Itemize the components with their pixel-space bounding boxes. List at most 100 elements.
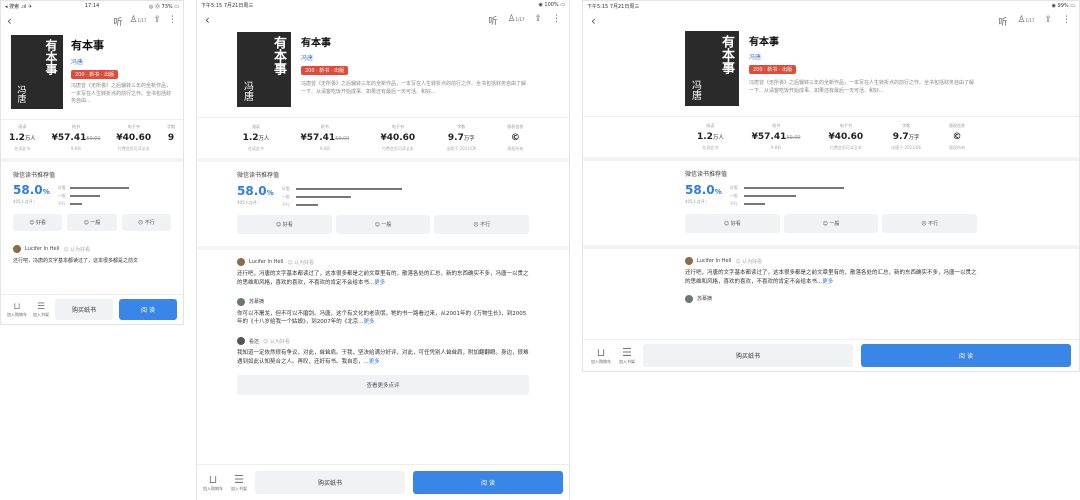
stat-readers[interactable]: 阅读 1.2万人 在读此书 xyxy=(9,124,36,152)
stat-value: 9 xyxy=(167,133,175,143)
book-intro[interactable]: 冯唐曾《无所畏》之后辗转三年的全新作品，一本写在人生转折点的前行之作。全书包括财… xyxy=(749,79,977,95)
stat-ebook[interactable]: 电子书 ¥40.60 付费会员可读全本 xyxy=(116,124,151,152)
review-item[interactable]: Lucifer In Hell ☺ 认为好看 还行吧，冯唐的文字基本都读过了，这… xyxy=(1,245,183,264)
stat-readers[interactable]: 阅读 1.2万人 在读此书 xyxy=(697,123,724,151)
status-bar: 下午5:15 7月21日周三 ◉ 99% ▭ xyxy=(583,1,1079,11)
stat-old-price: 59.00 xyxy=(86,136,101,142)
user-icon[interactable]: ♙1/17 xyxy=(129,15,146,28)
back-icon[interactable]: ‹ xyxy=(205,13,210,27)
book-author[interactable]: 冯唐 xyxy=(301,53,529,62)
rate-bad-button[interactable]: ☹ 不行 xyxy=(434,215,530,234)
share-icon[interactable]: ⇪ xyxy=(153,15,161,28)
review-item[interactable]: 看还 ☺ 认为好看 我知道一定依然很有争议，对此，耸耸肩。于我，坚决给满分好评，… xyxy=(197,327,569,367)
review-more-link[interactable]: 更多 xyxy=(364,319,375,325)
review-more-link[interactable]: 更多 xyxy=(369,359,380,365)
buy-paper-button[interactable]: 购买纸书 xyxy=(255,471,405,494)
book-title: 有本事 xyxy=(301,38,331,49)
review-more-link[interactable]: 更多 xyxy=(822,279,833,285)
review-item[interactable]: 苏慕摘 xyxy=(583,287,1079,303)
review-item[interactable]: Lucifer In Hell ☺ 认为好看 还行吧，冯唐的文字基本都读过了，这… xyxy=(583,249,1079,287)
stat-label: 纸书 xyxy=(72,124,81,129)
share-icon[interactable]: ⇪ xyxy=(1044,15,1052,28)
rate-bad-button[interactable]: ☹ 不行 xyxy=(882,214,978,233)
listen-icon[interactable]: 听 xyxy=(113,15,122,28)
rate-good-button[interactable]: ☺ 好看 xyxy=(685,214,780,233)
read-button[interactable]: 阅 读 xyxy=(861,344,1071,367)
listen-icon[interactable]: 听 xyxy=(998,15,1007,28)
review-item[interactable]: 苏慕摘 你可以不屠龙，但不可以不磨剑。冯唐，这个有文化的老流氓，牠的书一路看过来… xyxy=(197,288,569,328)
review-item[interactable]: Lucifer In Hell ☺ 认为好看 还行吧，冯唐的文字基本都读过了，这… xyxy=(197,250,569,288)
stat-paper[interactable]: 纸书 ¥57.4159.00 9.8折 xyxy=(52,124,101,152)
stat-value: ¥57.41 xyxy=(51,133,87,143)
rate-good-button[interactable]: ☺ 好看 xyxy=(237,215,332,234)
cover-title: 有本事 xyxy=(44,39,58,75)
book-cover[interactable]: 有本事 冯唐 xyxy=(237,32,291,107)
nav-bar: ‹ 听 ♙1/17 ⇪ ⋮ xyxy=(197,10,569,30)
stat-unit: 万人 xyxy=(712,135,724,141)
bar-bad: 不行 xyxy=(58,200,171,208)
review-user: Lucifer In Hell xyxy=(25,246,60,252)
bar-bad: 不行 xyxy=(730,200,917,208)
stat-ebook[interactable]: 电子书 ¥40.60 付费会员可读全本 xyxy=(828,123,863,151)
menu-icon[interactable]: ⋮ xyxy=(1062,15,1071,28)
user-icon[interactable]: ♙1/17 xyxy=(507,14,524,27)
stat-label: 纸书 xyxy=(772,123,781,128)
read-button[interactable]: 阅 读 xyxy=(413,471,563,494)
stat-copyright[interactable]: 版权信息 © 版权所有 xyxy=(507,124,523,152)
stat-copyright[interactable]: 版权信息 © 版权所有 xyxy=(949,123,965,151)
stat-paper[interactable]: 纸书 ¥57.4159.00 9.8折 xyxy=(752,123,801,151)
menu-icon[interactable]: ⋮ xyxy=(168,15,177,28)
user-icon[interactable]: ♙1/17 xyxy=(1017,15,1034,28)
stat-label: 电子书 xyxy=(839,123,852,128)
book-cover[interactable]: 有本事 冯唐 xyxy=(11,35,63,109)
stat-words[interactable]: 字数 9.7万字 出版于 2021/06 xyxy=(446,124,476,152)
book-header: 有本事 冯唐 有本事 冯唐 200 · 新书 · 出版 冯唐曾《无所畏》之后辗转… xyxy=(583,31,1079,106)
add-shelf-button[interactable]: ☰ 加入书架 xyxy=(33,302,49,318)
add-cart-button[interactable]: ⊔ 加入购物车 xyxy=(7,302,27,318)
more-reviews-button[interactable]: 查看更多点评 xyxy=(237,374,529,395)
stat-label: 纸书 xyxy=(320,124,329,129)
stat-ebook[interactable]: 电子书 ¥40.60 付费会员可读全本 xyxy=(380,124,415,152)
stat-words[interactable]: 字数 9 xyxy=(167,124,175,152)
rate-good-button[interactable]: ☺ 好看 xyxy=(13,214,63,231)
add-cart-button[interactable]: ⊔ 加入购物车 xyxy=(591,346,611,365)
book-intro[interactable]: 冯唐曾《无所畏》之后辗转三年的全新作品，一本写在人生转折点的前行之作。全书包括财… xyxy=(301,80,529,96)
cart-icon: ⊔ xyxy=(13,301,21,312)
copyright-icon: © xyxy=(952,132,962,142)
rate-bad-button[interactable]: ☹ 不行 xyxy=(121,214,171,231)
book-intro[interactable]: 冯唐曾《无所畏》之后辗转三年的全新作品，一本写在人生转折点的前行之作。全书包括财… xyxy=(71,83,173,106)
back-icon[interactable]: ‹ xyxy=(7,14,12,28)
add-shelf-button[interactable]: ☰ 加入书架 xyxy=(619,346,635,365)
book-author[interactable]: 冯唐 xyxy=(749,52,977,61)
stats-row: 阅读 1.2万人 在读此书 纸书 ¥57.4159.00 9.8折 电子书 ¥4… xyxy=(1,119,183,162)
rate-ok-button[interactable]: ☺ 一般 xyxy=(67,214,117,231)
listen-icon[interactable]: 听 xyxy=(488,14,497,27)
review-more-link[interactable]: 更多 xyxy=(374,280,385,286)
rate-ok-button[interactable]: ☺ 一般 xyxy=(335,215,431,234)
rate-ok-button[interactable]: ☺ 一般 xyxy=(783,214,879,233)
stat-words[interactable]: 字数 9.7万字 出版于 2021/06 xyxy=(891,123,921,151)
add-cart-button[interactable]: ⊔ 加入购物车 xyxy=(203,473,223,492)
review-count[interactable]: 405人点评 › xyxy=(685,199,722,205)
share-icon[interactable]: ⇪ xyxy=(534,14,542,27)
back-icon[interactable]: ‹ xyxy=(591,14,596,28)
bar-fill xyxy=(295,204,318,206)
bar-fill xyxy=(69,195,101,197)
review-count[interactable]: 405人点评 › xyxy=(237,200,274,206)
menu-icon[interactable]: ⋮ xyxy=(552,14,561,27)
recommend-section: 微信读书推荐值 58.0% 405人点评 › 好看 一般 不行 ☺ 好看 ☺ 一… xyxy=(1,162,183,231)
cover-title: 有本事 xyxy=(271,36,286,75)
status-bar: 下午5:15 7月21日周三 ◉ 100% ▭ xyxy=(197,0,569,10)
review-count[interactable]: 405人点评 › xyxy=(13,199,50,205)
stat-readers[interactable]: 阅读 1.2万人 在读此书 xyxy=(243,124,270,152)
read-button[interactable]: 阅 读 xyxy=(119,299,177,320)
book-author[interactable]: 冯唐 xyxy=(71,57,173,66)
buy-paper-button[interactable]: 购买纸书 xyxy=(55,299,113,320)
book-cover[interactable]: 有本事 冯唐 xyxy=(685,31,739,106)
review-tag: ☺ 认为好看 xyxy=(287,259,315,266)
stat-paper[interactable]: 纸书 ¥57.4159.00 9.8折 xyxy=(300,124,349,152)
bar-fill xyxy=(743,203,765,205)
buy-paper-button[interactable]: 购买纸书 xyxy=(643,344,853,367)
stat-sub: 9.8折 xyxy=(770,145,782,150)
add-shelf-button[interactable]: ☰ 加入书架 xyxy=(231,473,247,492)
